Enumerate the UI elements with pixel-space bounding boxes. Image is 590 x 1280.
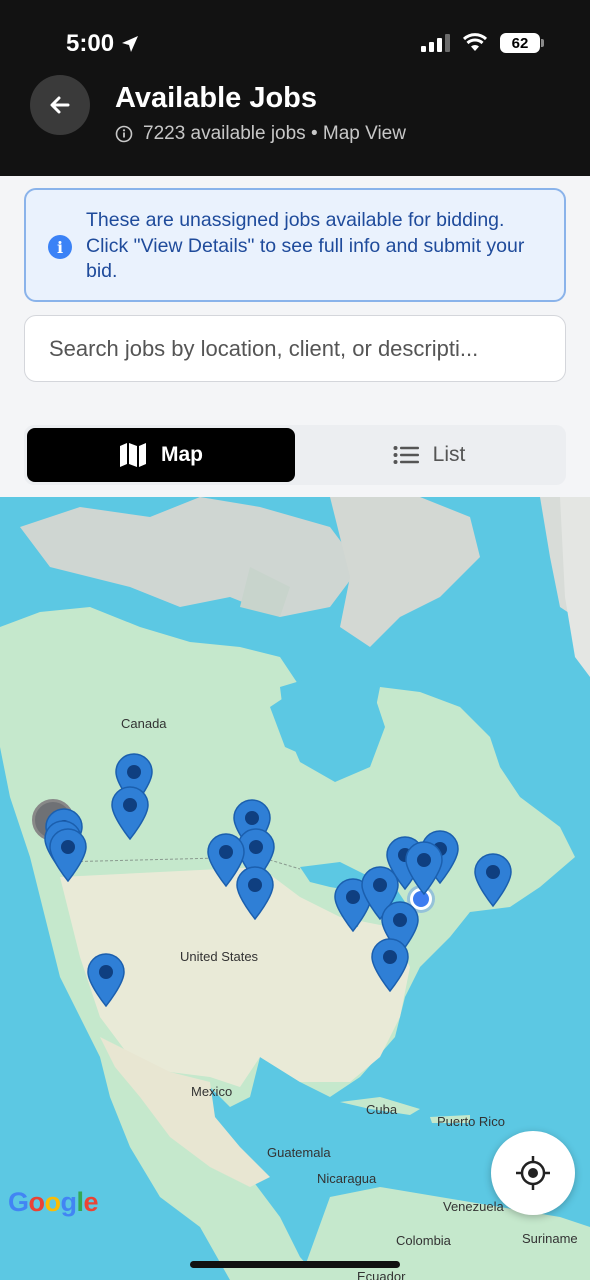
map-label-canada: Canada: [121, 716, 167, 731]
job-location-pin[interactable]: [110, 785, 150, 841]
map-view-button[interactable]: Map: [27, 428, 295, 482]
map-label-ecuador: Ecuador: [357, 1269, 406, 1280]
list-view-button[interactable]: List: [295, 428, 563, 482]
status-bar-time: 5:00: [66, 30, 140, 58]
list-icon: [393, 446, 419, 464]
job-location-pin[interactable]: [404, 840, 444, 896]
info-circle-icon: [115, 125, 133, 143]
job-location-pin[interactable]: [370, 937, 410, 993]
map-label-guatemala: Guatemala: [267, 1145, 331, 1160]
map-label-cuba: Cuba: [366, 1102, 398, 1117]
search-input[interactable]: Search jobs by location, client, or desc…: [24, 315, 566, 382]
job-location-pin[interactable]: [235, 865, 275, 921]
job-location-pin[interactable]: [86, 952, 126, 1008]
app-header: 5:00 62 Available Jobs 7223 available jo…: [0, 0, 590, 176]
map-icon: [120, 443, 146, 467]
search-placeholder: Search jobs by location, client, or desc…: [49, 335, 479, 361]
map-label-venezuela: Venezuela: [443, 1199, 504, 1214]
info-banner: i These are unassigned jobs available fo…: [24, 188, 566, 302]
info-icon: i: [48, 235, 72, 259]
wifi-icon: [462, 33, 488, 51]
job-count-text: 7223 available jobs • Map View: [143, 123, 406, 144]
location-arrow-icon: [122, 36, 139, 52]
map-label-suriname: Suriname: [522, 1231, 578, 1246]
home-indicator: [190, 1261, 400, 1268]
view-toggle: Map List: [24, 425, 566, 485]
crosshair-icon: [516, 1156, 550, 1190]
info-banner-text: These are unassigned jobs available for …: [86, 209, 525, 282]
job-location-pin[interactable]: [473, 852, 513, 908]
cellular-signal-icon: [421, 34, 450, 52]
back-button[interactable]: [30, 75, 90, 135]
map-label-puerto-rico: Puerto Rico: [437, 1114, 505, 1129]
page-subtitle: 7223 available jobs • Map View: [115, 123, 406, 145]
job-location-pin[interactable]: [48, 827, 88, 883]
google-logo: Google: [8, 1187, 99, 1217]
arrow-left-icon: [50, 96, 70, 114]
page-title: Available Jobs: [115, 82, 318, 114]
map-label-united-states: United States: [180, 949, 259, 964]
map-label-nicaragua: Nicaragua: [317, 1171, 377, 1186]
status-bar-indicators: 62: [421, 33, 544, 53]
my-location-button[interactable]: [491, 1131, 575, 1215]
map-label-mexico: Mexico: [191, 1084, 233, 1099]
battery-indicator: 62: [500, 33, 544, 53]
map-label-colombia: Colombia: [396, 1233, 451, 1248]
